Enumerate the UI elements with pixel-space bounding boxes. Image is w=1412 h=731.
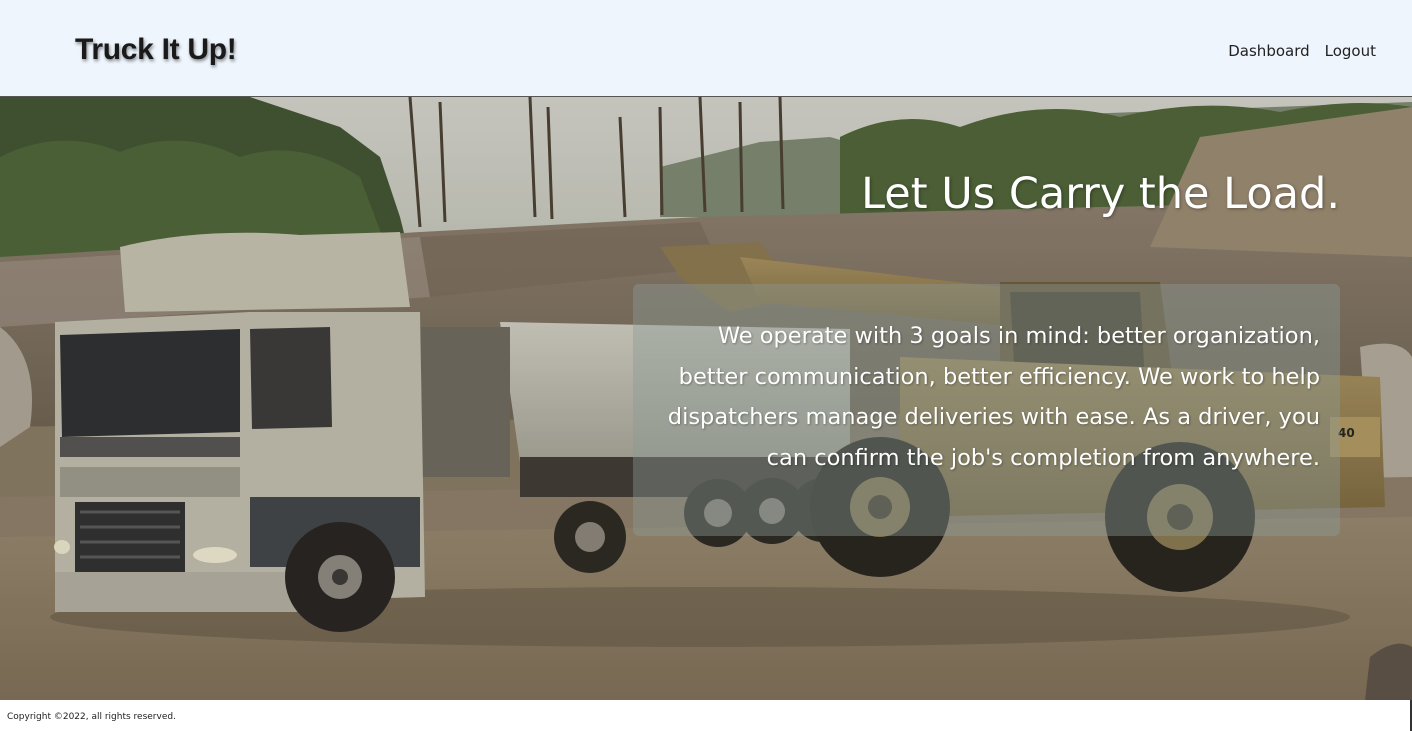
hero-section: 40 Let Us Carry the Load. We operate wit… bbox=[0, 97, 1412, 700]
footer: Copyright ©2022, all rights reserved. bbox=[0, 700, 1412, 731]
logout-link[interactable]: Logout bbox=[1325, 42, 1376, 60]
dashboard-link[interactable]: Dashboard bbox=[1228, 42, 1309, 60]
goals-description: We operate with 3 goals in mind: better … bbox=[667, 323, 1320, 471]
top-navbar: Truck It Up! Dashboard Logout bbox=[0, 0, 1412, 97]
hero-headline: Let Us Carry the Load. bbox=[861, 169, 1340, 219]
goals-panel: We operate with 3 goals in mind: better … bbox=[633, 284, 1340, 536]
nav-links: Dashboard Logout bbox=[1228, 42, 1376, 60]
brand-logo-text[interactable]: Truck It Up! bbox=[75, 33, 237, 67]
copyright-text: Copyright ©2022, all rights reserved. bbox=[7, 712, 176, 722]
